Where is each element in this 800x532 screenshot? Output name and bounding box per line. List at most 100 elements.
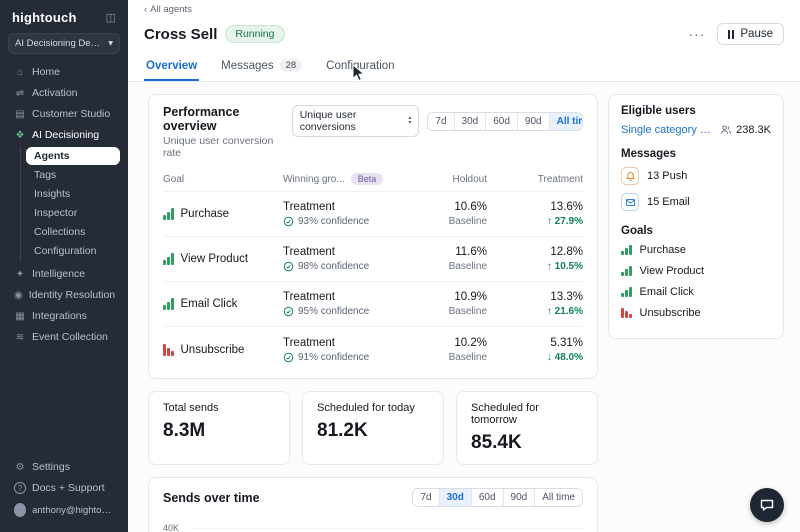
help-icon: ? [14,482,26,494]
sidebar-item-agents[interactable]: Agents [26,147,120,165]
ai-decisioning-icon: ❖ [14,130,26,141]
sends-title: Sends over time [163,491,260,505]
back-chevron-icon[interactable]: ‹ [144,4,147,15]
range-90d-button[interactable]: 90d [518,113,550,130]
chat-support-button[interactable] [750,488,784,522]
goal-item-view-product[interactable]: View Product [621,265,771,277]
sidebar-item-insights[interactable]: Insights [26,185,120,203]
sidebar-item-collections[interactable]: Collections [26,223,120,241]
more-options-button[interactable]: ··· [684,24,709,44]
sidebar-footer: ⚙ Settings ? Docs + Support anthony@high… [8,457,120,522]
sidebar-item-event-collection[interactable]: ≋ Event Collection [8,327,120,347]
sidebar-item-activation[interactable]: ⇌ Activation [8,83,120,103]
workspace-selector[interactable]: AI Decisioning Demo - ... ▾ [8,33,120,54]
sends-range-30d-button[interactable]: 30d [440,489,472,506]
stats-row: Total sends 8.3M Scheduled for today 81.… [148,391,598,465]
status-badge: Running [225,25,284,43]
sends-range-7d-button[interactable]: 7d [413,489,439,506]
table-row[interactable]: Unsubscribe Treatment 91% confidence 10.… [163,327,583,372]
customer-studio-icon: ▤ [14,109,26,120]
scheduled-today-value: 81.2K [317,420,429,442]
total-sends-card: Total sends 8.3M [148,391,290,465]
gridline [191,528,583,529]
sidebar-item-intelligence[interactable]: ✦ Intelligence [8,264,120,284]
table-row[interactable]: Purchase Treatment 93% confidence 10.6% … [163,192,583,237]
sends-range-selector: 7d 30d 60d 90d All time [412,488,583,507]
eligible-count: 238.3K [736,124,771,136]
ai-decisioning-subnav: Agents Tags Insights Inspector Collectio… [20,147,120,261]
email-messages-item[interactable]: 15 Email [621,193,771,211]
sidebar-collapse-icon[interactable]: ◫ [106,11,116,24]
gear-icon: ⚙ [14,462,26,473]
avatar [14,503,26,517]
goal-item-purchase[interactable]: Purchase [621,244,771,256]
metric-select[interactable]: Unique user conversions ▴▾ [292,105,420,137]
messages-title: Messages [621,148,771,160]
users-icon [720,124,732,136]
goal-item-email-click[interactable]: Email Click [621,286,771,298]
sidebar-item-docs-support[interactable]: ? Docs + Support [8,478,120,498]
performance-subtitle: Unique user conversion rate [163,135,284,159]
table-row[interactable]: View Product Treatment 98% confidence 11… [163,237,583,282]
integrations-icon: ▦ [14,311,26,322]
sidebar-item-inspector[interactable]: Inspector [26,204,120,222]
bar-chart-icon [163,253,174,265]
sidebar-item-configuration[interactable]: Configuration [26,242,120,260]
goals-title: Goals [621,225,771,237]
range-60d-button[interactable]: 60d [486,113,518,130]
main-area: ‹ All agents Cross Sell Running ··· Paus… [128,0,800,532]
chevron-down-icon: ▾ [108,38,113,49]
sidebar-item-home[interactable]: ⌂ Home [8,62,120,82]
activation-icon: ⇌ [14,88,26,99]
sidebar-item-integrations[interactable]: ▦ Integrations [8,306,120,326]
confidence-check-icon [283,306,294,317]
audience-link[interactable]: Single category pur... [621,124,714,136]
identity-resolution-icon: ◉ [14,290,23,301]
eligible-users-card: Eligible users Single category pur... 23… [608,94,784,339]
performance-table: Goal Winning gro... Beta Holdout Treatme… [149,165,597,378]
scheduled-today-card: Scheduled for today 81.2K [302,391,444,465]
table-row[interactable]: Email Click Treatment 95% confidence 10.… [163,282,583,327]
beta-badge: Beta [351,173,384,185]
arrow-up-icon: ↑ [547,216,555,227]
arrow-up-icon: ↑ [547,306,555,317]
sends-range-alltime-button[interactable]: All time [535,489,582,506]
user-menu[interactable]: anthony@hightouch.io [8,499,120,521]
range-30d-button[interactable]: 30d [455,113,487,130]
goal-item-unsubscribe[interactable]: Unsubscribe [621,307,771,319]
sidebar-item-settings[interactable]: ⚙ Settings [8,457,120,477]
home-icon: ⌂ [14,67,26,78]
eligible-users-title: Eligible users [621,105,771,117]
confidence-check-icon [283,352,294,363]
push-messages-item[interactable]: 13 Push [621,167,771,185]
page-content: Performance overview Unique user convers… [128,82,800,532]
tab-configuration[interactable]: Configuration [324,55,396,81]
chat-bubble-icon [759,497,775,513]
sends-range-90d-button[interactable]: 90d [504,489,536,506]
sends-range-60d-button[interactable]: 60d [472,489,504,506]
confidence-check-icon [283,216,294,227]
range-7d-button[interactable]: 7d [428,113,454,130]
pause-button[interactable]: Pause [717,23,784,45]
sidebar-item-customer-studio[interactable]: ▤ Customer Studio [8,104,120,124]
range-alltime-button[interactable]: All time [550,113,583,130]
scheduled-tomorrow-value: 85.4K [471,432,583,454]
bar-chart-icon [163,298,174,310]
breadcrumb-all-agents[interactable]: All agents [150,4,192,15]
sends-chart: 40K [163,515,583,532]
performance-overview-card: Performance overview Unique user convers… [148,94,598,379]
event-collection-icon: ≋ [14,332,26,343]
sidebar-item-identity-resolution[interactable]: ◉ Identity Resolution [8,285,120,305]
sidebar-item-tags[interactable]: Tags [26,166,120,184]
hightouch-logo: hightouch [12,10,77,25]
tab-overview[interactable]: Overview [144,55,199,81]
select-chevrons-icon: ▴▾ [408,116,411,126]
bar-chart-icon [621,266,632,276]
y-axis-tick: 40K [163,523,179,532]
performance-title: Performance overview [163,105,284,133]
page-header: Cross Sell Running ··· Pause [128,17,800,49]
tab-messages[interactable]: Messages 28 [219,55,304,81]
arrow-up-icon: ↑ [547,261,555,272]
mail-icon [625,197,636,208]
sidebar-item-ai-decisioning[interactable]: ❖ AI Decisioning [8,125,120,145]
